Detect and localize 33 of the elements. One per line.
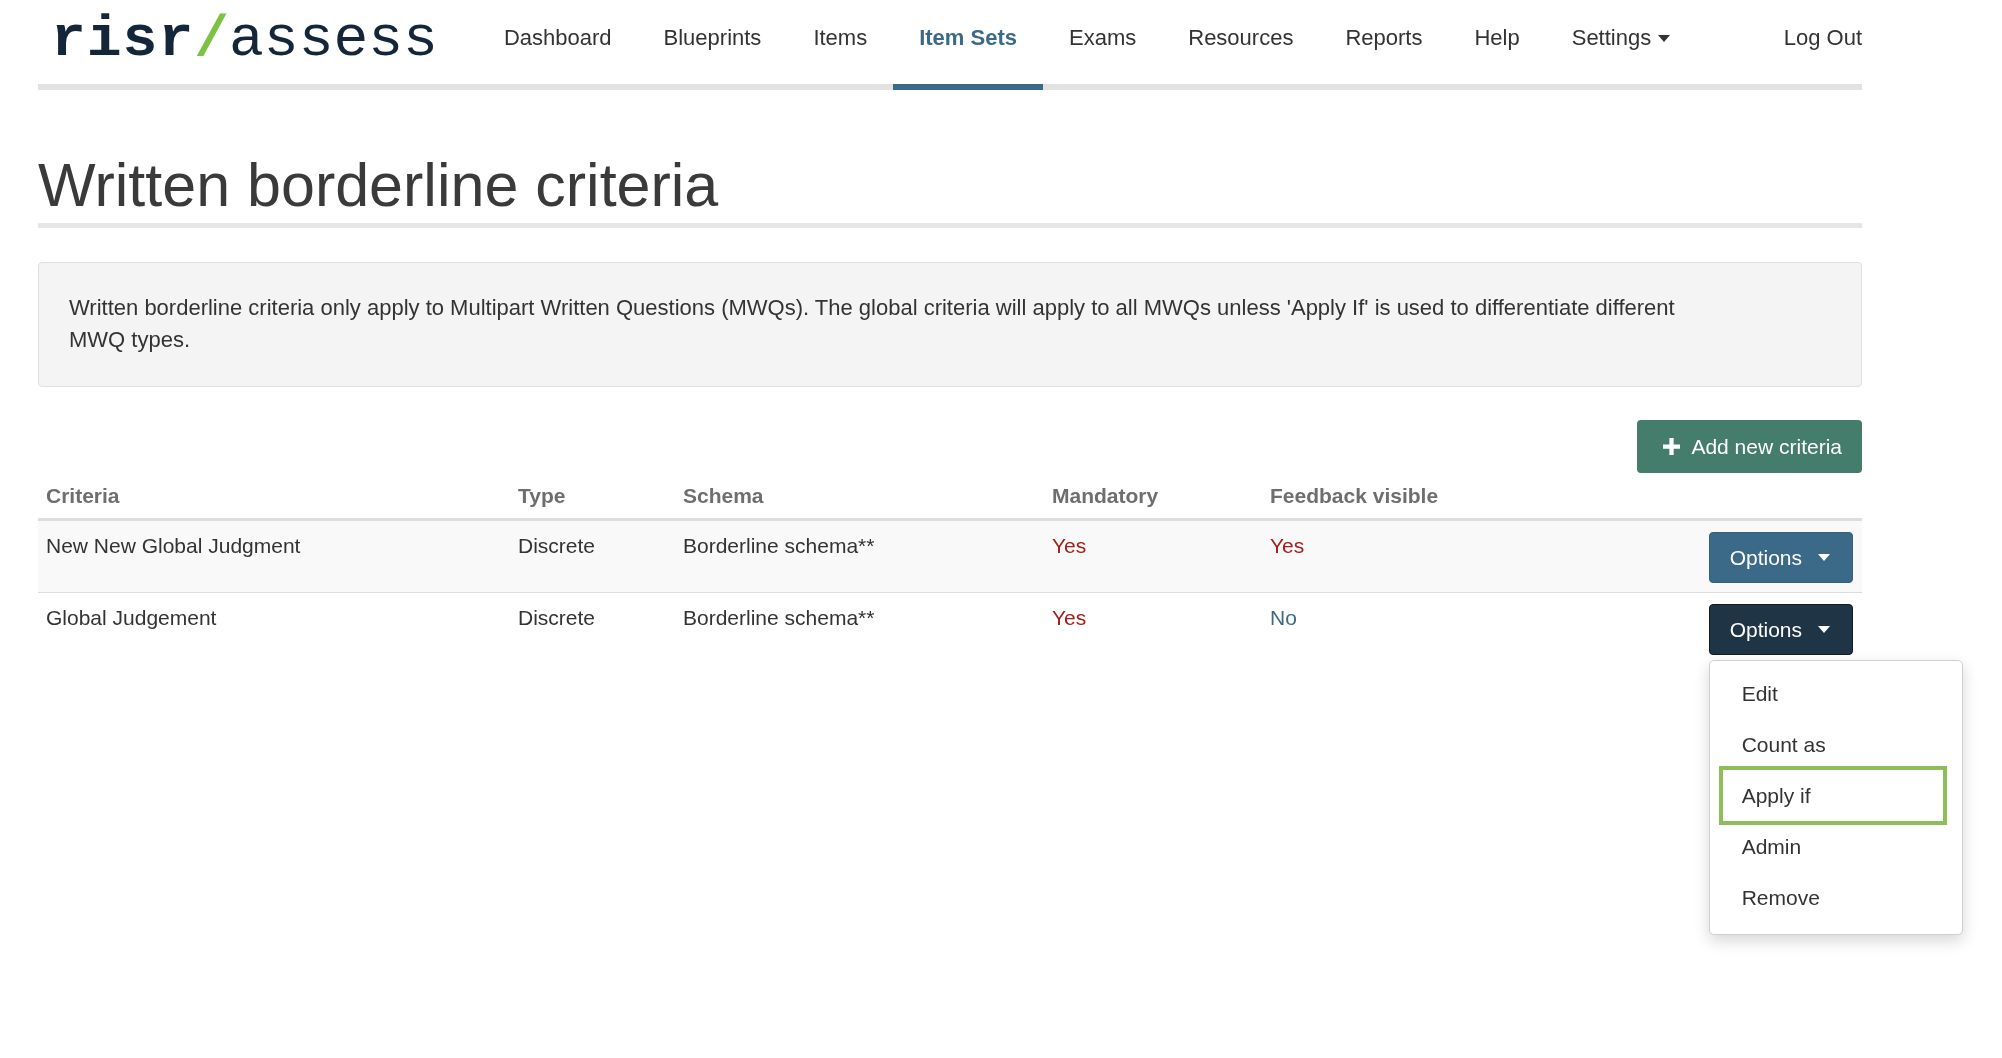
table-cell: Yes xyxy=(1044,592,1262,665)
nav-tab[interactable]: Item Sets xyxy=(893,0,1043,90)
info-text: Written borderline criteria only apply to Multipart Written Questions (MWQs). The global criteria will apply to all MWQs unless 'Apply If' is used to differentiate different MWQ types. xyxy=(69,294,1676,355)
table-cell: New New Global Judgment xyxy=(38,519,510,593)
options-button[interactable]: Options xyxy=(1708,532,1853,584)
menu-item[interactable]: Remove xyxy=(1722,872,1943,924)
table-cell: Yes xyxy=(1044,519,1262,593)
add-criteria-button[interactable]: Add new criteria xyxy=(1637,420,1862,474)
caret-icon xyxy=(1818,626,1830,634)
logo: risr/assess xyxy=(51,11,438,69)
page-title: Written borderline criteria xyxy=(38,150,720,221)
options-button[interactable]: Options xyxy=(1708,604,1853,656)
menu-item[interactable]: Count as xyxy=(1722,719,1943,771)
nav-tab[interactable]: Blueprints xyxy=(637,0,788,84)
logout-link[interactable]: Log Out xyxy=(1783,0,1862,84)
nav-tab[interactable]: Exams xyxy=(1043,0,1163,84)
table-cell: No xyxy=(1262,592,1562,665)
table-cell: Global Judgement xyxy=(38,592,510,665)
nav-tab[interactable]: Help xyxy=(1448,0,1546,84)
table-cell: Discrete xyxy=(510,519,675,593)
caret-icon xyxy=(1818,554,1830,562)
table-cell: Discrete xyxy=(510,592,675,665)
nav-tab[interactable]: Resources xyxy=(1162,0,1320,84)
plus-icon xyxy=(1663,438,1681,456)
nav-tab[interactable]: Items xyxy=(787,0,894,84)
table-cell: Borderline schema** xyxy=(675,592,1044,665)
menu-item[interactable]: Admin xyxy=(1722,821,1943,873)
nav-tab[interactable]: Dashboard xyxy=(477,0,638,84)
nav-tab[interactable]: Reports xyxy=(1319,0,1449,84)
table-cell: Yes xyxy=(1262,519,1562,593)
table-cell: Borderline schema** xyxy=(675,519,1044,593)
nav-tab[interactable]: Settings xyxy=(1545,0,1697,84)
menu-item[interactable]: Edit xyxy=(1722,668,1943,720)
